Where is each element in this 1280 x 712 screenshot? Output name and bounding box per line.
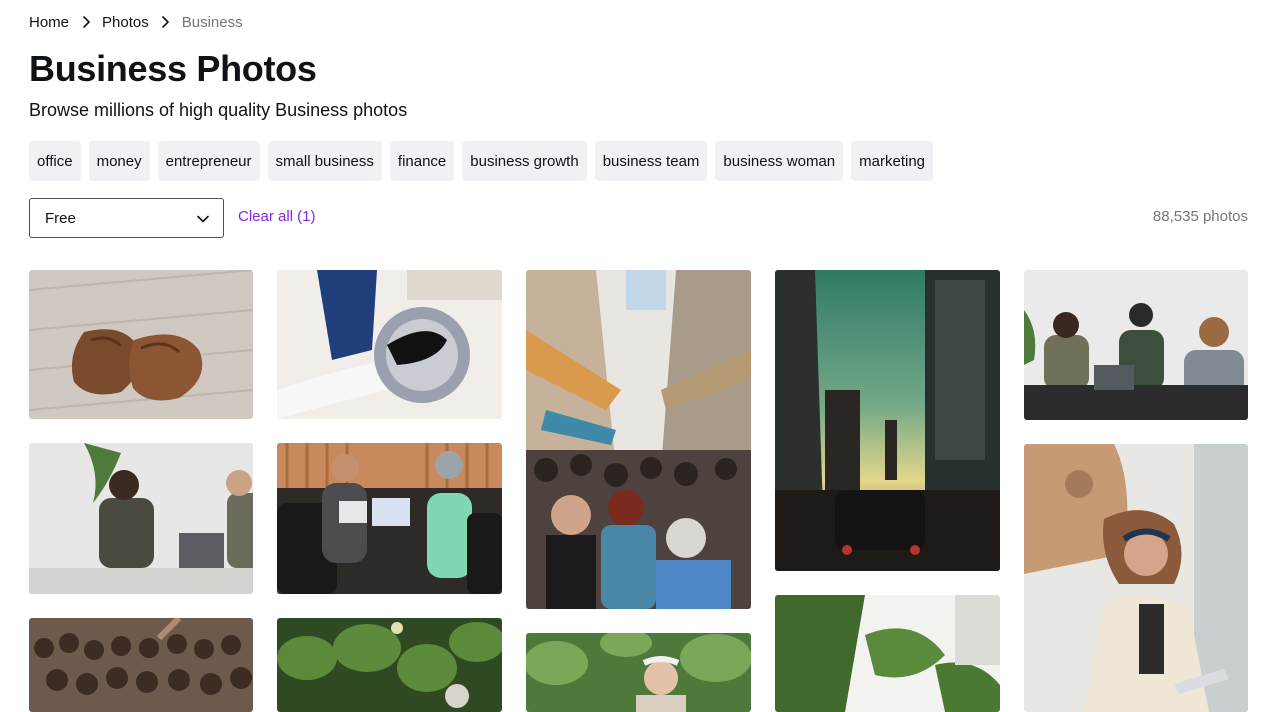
photo-image (277, 443, 502, 594)
breadcrumb-current: Business (181, 13, 243, 31)
photo-tile-older-man-plants[interactable] (526, 633, 751, 712)
photo-image (526, 633, 751, 712)
photo-tile-market-street[interactable] (526, 270, 751, 609)
photo-tile-team-laptops[interactable] (1024, 270, 1248, 420)
tag-marketing[interactable]: marketing (851, 141, 933, 181)
breadcrumb-home[interactable]: Home (29, 14, 69, 31)
photo-tile-shoe-polish[interactable] (277, 270, 502, 419)
tag-small-business[interactable]: small business (267, 141, 382, 181)
tag-office[interactable]: office (29, 141, 81, 181)
photo-image (775, 270, 1000, 571)
page-subtitle: Browse millions of high quality Business… (29, 100, 408, 120)
photo-image (277, 270, 502, 419)
chevron-right-icon (149, 12, 182, 32)
tag-business-woman[interactable]: business woman (715, 141, 844, 181)
photo-image (277, 618, 502, 712)
photo-tile-meeting[interactable] (277, 443, 502, 594)
photo-tile-shoes[interactable] (29, 270, 253, 419)
photo-image (775, 595, 1000, 712)
breadcrumb-photos[interactable]: Photos (102, 14, 149, 31)
clear-filters-link[interactable]: Clear all (1) (238, 208, 316, 225)
license-filter-select[interactable]: Free (29, 198, 224, 238)
related-tags: office money entrepreneur small business… (29, 141, 933, 181)
photo-image (29, 618, 253, 712)
photo-image (526, 270, 751, 609)
photo-image (1024, 270, 1248, 420)
photo-tile-crowd[interactable] (29, 618, 253, 712)
chevron-right-icon (69, 12, 102, 32)
result-count: 88,535 photos (1152, 208, 1248, 225)
license-filter-value: Free (45, 209, 76, 227)
photo-image (29, 270, 253, 419)
photo-tile-leaves[interactable] (775, 595, 1000, 712)
photo-image (1024, 444, 1248, 712)
photo-tile-city-sunset[interactable] (775, 270, 1000, 571)
photo-tile-woman-writing[interactable] (1024, 444, 1248, 712)
tag-business-growth[interactable]: business growth (462, 141, 587, 181)
photo-image (29, 443, 253, 594)
chevron-down-icon (197, 210, 209, 227)
tag-entrepreneur[interactable]: entrepreneur (157, 141, 260, 181)
photo-tile-laptop-workers[interactable] (29, 443, 253, 594)
tag-money[interactable]: money (88, 141, 150, 181)
tag-finance[interactable]: finance (389, 141, 455, 181)
photo-tile-greenhouse[interactable] (277, 618, 502, 712)
breadcrumb: Home Photos Business (29, 12, 243, 32)
tag-business-team[interactable]: business team (594, 141, 708, 181)
page-title: Business Photos (29, 48, 317, 89)
